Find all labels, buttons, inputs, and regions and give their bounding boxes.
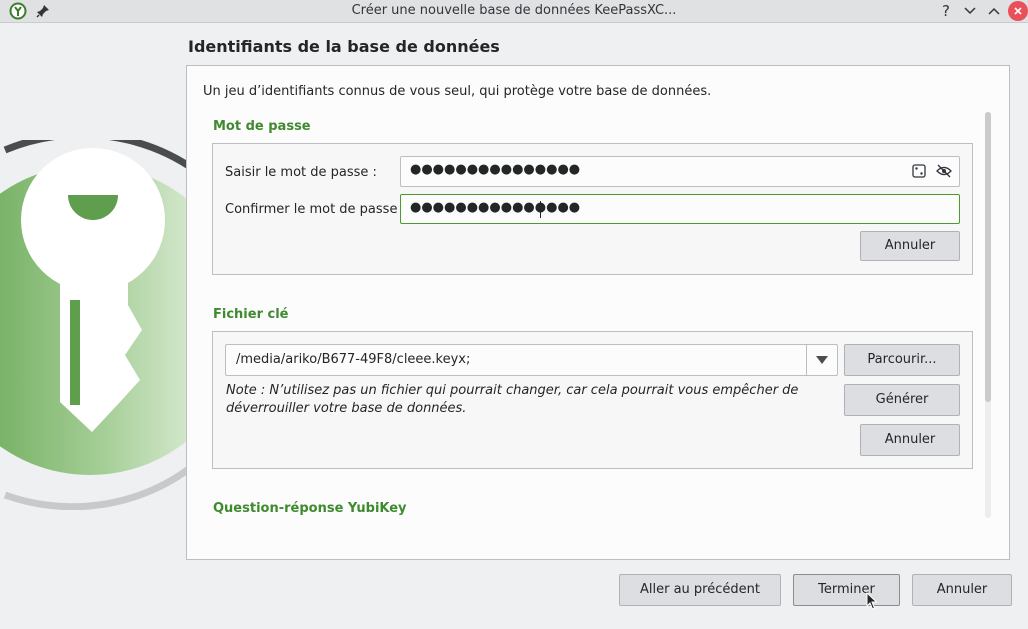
maximize-icon[interactable] [985, 2, 1003, 20]
keyfile-note-line1: Note : N’utilisez pas un fichier qui pou… [226, 383, 799, 398]
chevron-down-icon[interactable] [806, 345, 837, 375]
confirm-password-label: Confirmer le mot de passe : [225, 202, 406, 217]
finish-button[interactable]: Terminer [793, 574, 900, 606]
intro-text: Un jeu d’identifiants connus de vous seu… [203, 84, 712, 99]
keyfile-cancel-button[interactable]: Annuler [860, 424, 960, 456]
keyfile-path-value: /media/ariko/B677-49F8/cleee.keyx; [236, 352, 471, 367]
page-title: Identifiants de la base de données [188, 37, 500, 56]
keyfile-note-line2: déverrouiller votre base de données. [226, 401, 467, 416]
back-button[interactable]: Aller au précédent [619, 574, 781, 606]
close-icon[interactable] [1008, 1, 1028, 21]
window-title: Créer une nouvelle base de données KeePa… [351, 3, 677, 18]
password-section-title: Mot de passe [213, 119, 311, 134]
enter-password-field[interactable]: ●●●●●●●●●●●●●●● [400, 156, 960, 187]
enter-password-label: Saisir le mot de passe : [225, 165, 377, 180]
browse-button[interactable]: Parcourir... [844, 344, 960, 376]
confirm-password-value: ●●●●●●●●●●●●●●● [410, 200, 581, 215]
credentials-panel [186, 65, 1010, 560]
generate-button[interactable]: Générer [844, 384, 960, 416]
mouse-cursor-icon [866, 591, 878, 614]
text-caret [540, 201, 541, 218]
scrollbar-thumb[interactable] [985, 112, 991, 402]
minimize-icon[interactable] [961, 2, 979, 20]
help-icon[interactable]: ? [937, 2, 955, 20]
keyfile-section-title: Fichier clé [213, 307, 289, 322]
yubikey-section-title: Question-réponse YubiKey [213, 501, 407, 516]
keyfile-path-combobox[interactable]: /media/ariko/B677-49F8/cleee.keyx; [225, 344, 838, 376]
cancel-button[interactable]: Annuler [912, 574, 1012, 606]
confirm-password-field[interactable]: ●●●●●●●●●●●●●●● [400, 194, 960, 224]
password-cancel-button[interactable]: Annuler [860, 231, 960, 261]
enter-password-value: ●●●●●●●●●●●●●●● [410, 162, 581, 177]
window-titlebar: Créer une nouvelle base de données KeePa… [0, 0, 1028, 23]
toggle-password-visibility-icon[interactable] [936, 164, 952, 182]
generate-password-icon[interactable] [912, 164, 926, 182]
